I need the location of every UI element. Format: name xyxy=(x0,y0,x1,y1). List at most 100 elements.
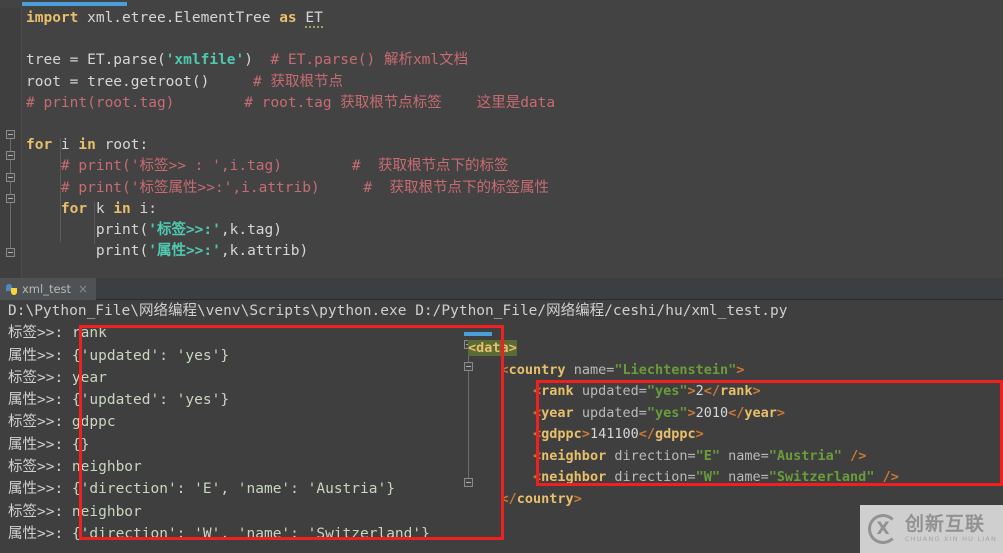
code-token: rank xyxy=(720,383,753,399)
code-token: /> xyxy=(850,447,867,464)
xml-line[interactable]: <data> xyxy=(468,338,899,360)
console-bottom-clipped-row xyxy=(0,541,1003,553)
tab-label: xml_test xyxy=(22,282,72,296)
code-line[interactable]: for k in i: xyxy=(26,199,555,220)
code-token: year xyxy=(744,404,777,421)
code-token: < xyxy=(533,383,542,399)
code-token: i: xyxy=(130,200,157,217)
output-value: {'updated': 'yes'} xyxy=(71,347,230,364)
code-token: name= xyxy=(720,447,769,464)
editor-top-indicator xyxy=(0,0,1003,8)
code-token: </ xyxy=(500,490,517,507)
code-token: # print('标签>> : ',i.tag) xyxy=(26,158,352,175)
xml-line[interactable]: <neighbor direction="W" name="Switzerlan… xyxy=(468,467,899,489)
code-line[interactable] xyxy=(26,29,555,50)
source-code[interactable]: import xml.etree.ElementTree as ET tree … xyxy=(26,8,555,262)
code-token: country xyxy=(516,490,574,507)
output-label: 标签>>: xyxy=(8,503,72,520)
xml-line[interactable]: <rank updated="yes">2</rank> xyxy=(468,381,899,403)
code-token: country xyxy=(508,361,566,378)
code-line[interactable]: # print(root.tag) # root.tag 获取根节点标签 这里是… xyxy=(26,93,555,114)
code-editor-pane[interactable]: import xml.etree.ElementTree as ET tree … xyxy=(0,0,1003,278)
xml-line[interactable]: <neighbor direction="E" name="Austria" /… xyxy=(468,446,899,468)
output-value: {'direction': 'E', 'name': 'Austria'} xyxy=(71,481,395,498)
output-label: 标签>>: xyxy=(8,369,72,386)
output-label: 属性>>: xyxy=(8,481,72,498)
code-token: "W" xyxy=(695,469,720,485)
code-token: "Liechtenstein" xyxy=(614,361,737,378)
fold-toggle-icon[interactable] xyxy=(6,173,15,182)
watermark: X 创新互联 CHUANG XIN HU LIAN xyxy=(860,505,1003,553)
indent-guide xyxy=(94,202,95,244)
code-token: "yes" xyxy=(646,404,688,421)
code-line[interactable]: root = tree.getroot() # 获取根节点 xyxy=(26,72,555,93)
code-token: name= xyxy=(720,469,769,485)
xml-line[interactable]: <year updated="yes">2010</year> xyxy=(468,403,899,425)
output-label: 属性>>: xyxy=(8,436,72,453)
code-token: print( xyxy=(26,243,149,260)
code-token: # print('标签属性>>:',i.attrib) xyxy=(26,179,364,196)
code-line[interactable]: for i in root: xyxy=(26,135,555,156)
code-token: k xyxy=(87,200,114,217)
fold-toggle-icon[interactable] xyxy=(6,248,15,257)
xml-line[interactable]: <country name="Liechtenstein"> xyxy=(468,360,899,382)
xml-line[interactable]: <gdppc>141100</gdppc> xyxy=(468,424,899,446)
code-token: '属性>>:' xyxy=(148,243,221,260)
editor-gutter[interactable] xyxy=(0,8,22,278)
code-token: root: xyxy=(95,137,149,154)
code-token: /> xyxy=(882,469,899,485)
code-line[interactable]: print('属性>>:',k.attrib) xyxy=(26,241,555,262)
xml-source[interactable]: <data> <country name="Liechtenstein"> <r… xyxy=(468,338,899,510)
code-token: < xyxy=(533,447,542,464)
output-value: neighbor xyxy=(71,503,142,520)
code-token: print( xyxy=(26,221,149,238)
code-token: rank xyxy=(541,383,574,399)
output-label: 标签>>: xyxy=(8,414,72,431)
xml-line[interactable]: </country> xyxy=(468,489,899,511)
output-value: year xyxy=(71,369,107,386)
code-token: gdppc xyxy=(541,426,582,442)
code-token: ,k.tag) xyxy=(220,221,282,238)
python-file-icon xyxy=(6,283,17,295)
code-token: '标签>>:' xyxy=(148,221,221,238)
code-token: 'xmlfile' xyxy=(165,52,245,69)
code-line[interactable]: # print('标签属性>>:',i.attrib) # 获取根节点下的标签属… xyxy=(26,178,555,199)
code-token: "yes" xyxy=(646,383,688,399)
code-token: xml.etree.ElementTree xyxy=(78,10,280,26)
code-token: as xyxy=(279,10,297,26)
brand-logo-icon: X xyxy=(868,514,898,544)
code-token: updated= xyxy=(573,383,647,399)
code-token: for xyxy=(60,200,88,217)
code-token: # root.tag 获取根节点标签 这里是data xyxy=(244,94,556,111)
code-token: </ xyxy=(638,426,655,442)
fold-toggle-icon[interactable] xyxy=(6,130,15,139)
code-line[interactable]: tree = ET.parse('xmlfile') # ET.parse() … xyxy=(26,50,555,71)
code-line[interactable]: import xml.etree.ElementTree as ET xyxy=(26,8,555,29)
code-token: for xyxy=(26,137,53,154)
code-line[interactable]: # print('标签>> : ',i.tag) # 获取根节点下的标签 xyxy=(26,156,555,177)
code-token: < xyxy=(533,404,542,421)
tab-xml-test[interactable]: xml_test × xyxy=(0,278,97,300)
xml-preview-pane[interactable]: <data> <country name="Liechtenstein"> <r… xyxy=(462,330,1003,525)
ide-window: import xml.etree.ElementTree as ET tree … xyxy=(0,0,1003,553)
editor-progress-bar xyxy=(22,2,127,6)
fold-toggle-icon[interactable] xyxy=(6,151,15,160)
code-token: ,k.attrib) xyxy=(220,243,309,260)
output-value: {} xyxy=(71,436,90,453)
fold-toggle-icon[interactable] xyxy=(6,194,15,203)
code-token: > xyxy=(752,383,761,399)
code-token: # 获取根节点下的标签 xyxy=(351,158,509,175)
console-command-line: D:\Python_File\网络编程\venv\Scripts\python.… xyxy=(8,303,788,319)
code-line[interactable]: print('标签>>:',k.tag) xyxy=(26,220,555,241)
close-icon[interactable]: × xyxy=(78,282,88,296)
output-label: 属性>>: xyxy=(8,347,72,364)
code-line[interactable] xyxy=(26,114,555,135)
code-token: < xyxy=(500,361,509,378)
output-label: 标签>>: xyxy=(8,325,72,342)
code-token: "Switzerland" xyxy=(768,469,875,485)
console-tab-bar: xml_test × xyxy=(0,278,1003,300)
